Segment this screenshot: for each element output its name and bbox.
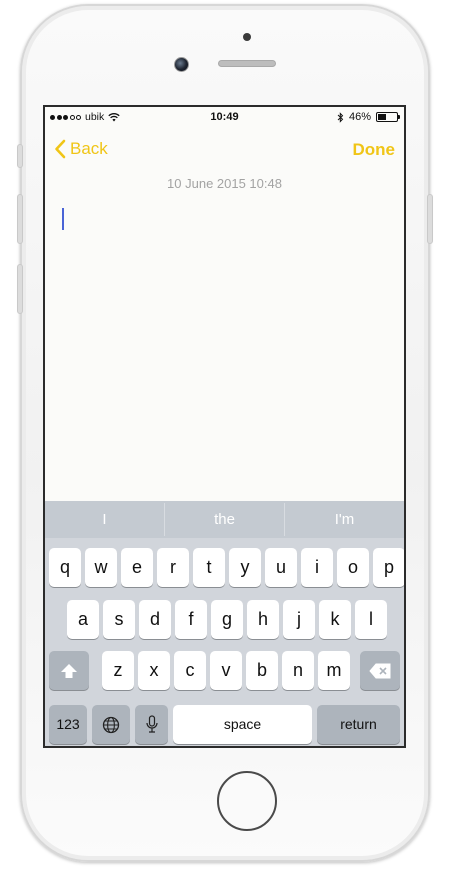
microphone-icon xyxy=(145,715,158,733)
key-f[interactable]: f xyxy=(175,600,207,639)
key-g[interactable]: g xyxy=(211,600,243,639)
battery-level-fill xyxy=(378,114,386,120)
suggestion-item[interactable]: I xyxy=(45,501,164,538)
earpiece-speaker xyxy=(218,60,276,67)
battery-percent: 46% xyxy=(348,111,371,123)
key-d[interactable]: d xyxy=(139,600,171,639)
status-bar: ubik 10:49 46% xyxy=(45,107,404,129)
key-k[interactable]: k xyxy=(319,600,351,639)
suggestion-item[interactable]: I'm xyxy=(285,501,404,538)
chevron-left-icon xyxy=(55,139,66,159)
key-y[interactable]: y xyxy=(229,548,261,587)
mute-switch xyxy=(17,144,23,168)
back-button[interactable]: Back xyxy=(54,139,108,159)
return-key[interactable]: return xyxy=(317,705,400,744)
globe-icon xyxy=(102,717,120,734)
backspace-icon xyxy=(369,663,391,679)
text-cursor xyxy=(62,208,64,230)
done-button[interactable]: Done xyxy=(353,140,396,160)
note-text-area[interactable] xyxy=(45,202,404,500)
dictation-key[interactable] xyxy=(135,705,168,744)
volume-down-button xyxy=(17,264,23,314)
numbers-key[interactable]: 123 xyxy=(49,705,87,744)
key-l[interactable]: l xyxy=(355,600,387,639)
key-m[interactable]: m xyxy=(318,651,350,690)
key-s[interactable]: s xyxy=(103,600,135,639)
bluetooth-icon xyxy=(337,111,344,123)
navigation-bar: Back Done xyxy=(45,135,404,165)
key-w[interactable]: w xyxy=(85,548,117,587)
front-camera xyxy=(174,57,189,72)
battery-icon xyxy=(376,112,400,122)
key-r[interactable]: r xyxy=(157,548,189,587)
key-i[interactable]: i xyxy=(301,548,333,587)
key-p[interactable]: p xyxy=(373,548,404,587)
key-b[interactable]: b xyxy=(246,651,278,690)
key-c[interactable]: c xyxy=(174,651,206,690)
key-e[interactable]: e xyxy=(121,548,153,587)
key-a[interactable]: a xyxy=(67,600,99,639)
key-v[interactable]: v xyxy=(210,651,242,690)
shift-key[interactable] xyxy=(49,651,89,690)
shift-arrow-icon xyxy=(61,664,77,679)
delete-key[interactable] xyxy=(360,651,400,690)
key-z[interactable]: z xyxy=(102,651,134,690)
volume-up-button xyxy=(17,194,23,244)
suggestion-item[interactable]: the xyxy=(165,501,284,538)
key-j[interactable]: j xyxy=(283,600,315,639)
space-key[interactable]: space xyxy=(173,705,312,744)
globe-key[interactable] xyxy=(92,705,130,744)
keyboard: I the I'm qwertyuiop asdfghjkl zxcvbnm 123 xyxy=(45,501,404,746)
power-button xyxy=(427,194,433,244)
key-n[interactable]: n xyxy=(282,651,314,690)
home-button[interactable] xyxy=(217,771,277,831)
screen: ubik 10:49 46% Back Done 10 June 2015 10… xyxy=(43,105,406,748)
back-label: Back xyxy=(70,139,108,158)
key-q[interactable]: q xyxy=(49,548,81,587)
key-h[interactable]: h xyxy=(247,600,279,639)
note-date: 10 June 2015 10:48 xyxy=(167,176,282,191)
key-o[interactable]: o xyxy=(337,548,369,587)
key-x[interactable]: x xyxy=(138,651,170,690)
suggestion-bar: I the I'm xyxy=(45,501,404,538)
key-t[interactable]: t xyxy=(193,548,225,587)
key-u[interactable]: u xyxy=(265,548,297,587)
proximity-sensor xyxy=(243,33,251,41)
